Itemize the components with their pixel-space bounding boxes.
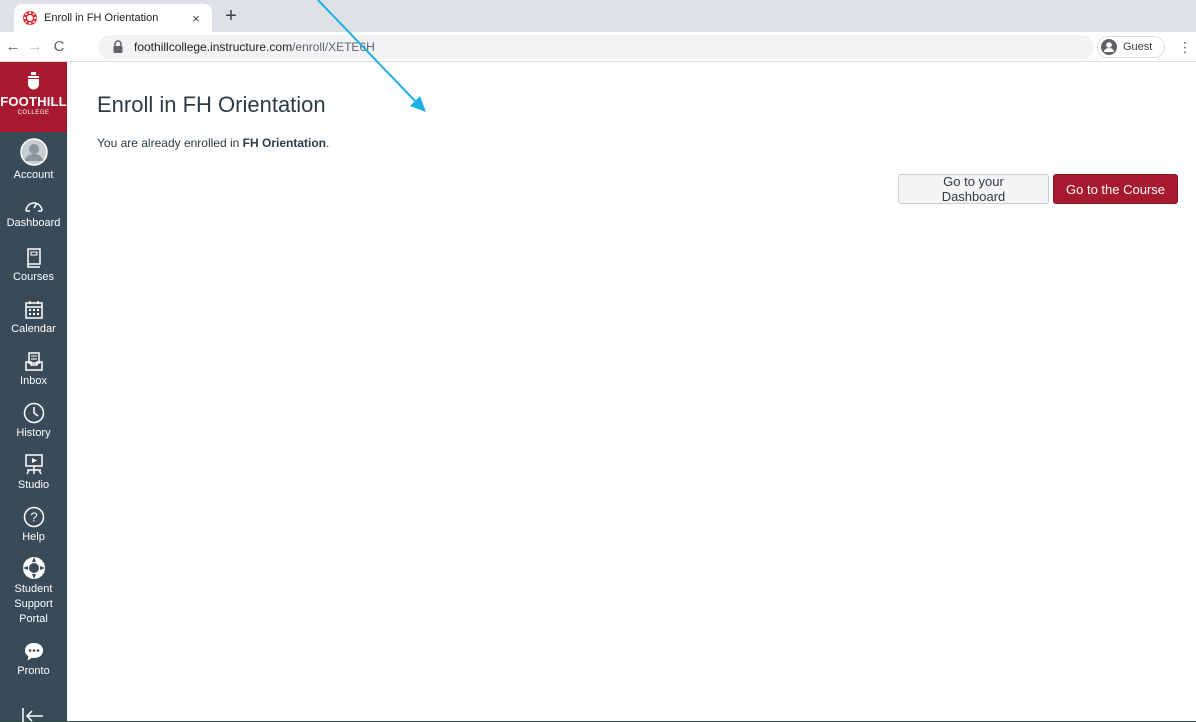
foothill-college-logo[interactable]: FOOTHILL COLLEGE <box>0 62 67 132</box>
logo-name: FOOTHILL <box>0 94 67 109</box>
back-arrow-icon[interactable]: ← <box>4 37 22 57</box>
nav-label: Inbox <box>20 375 47 387</box>
nav-label: History <box>16 427 51 439</box>
nav-item-help[interactable]: ? Help <box>0 506 67 545</box>
nav-item-courses[interactable]: Courses <box>0 248 67 285</box>
tab-title: Enroll in FH Orientation <box>44 12 159 24</box>
book-icon <box>26 248 41 268</box>
guest-avatar-icon <box>1101 39 1117 55</box>
url-host: foothillcollege.instructure.com <box>134 40 293 54</box>
global-navigation: FOOTHILL COLLEGE Account Dashboard Cours… <box>0 62 67 722</box>
inbox-icon <box>24 352 43 371</box>
address-bar[interactable]: foothillcollege.instructure.com/enroll/X… <box>98 35 1094 59</box>
main-content: Enroll in FH Orientation You are already… <box>67 62 1196 721</box>
nav-label: Student Support Portal <box>14 583 53 625</box>
nav-item-pronto[interactable]: Pronto <box>0 642 67 679</box>
nav-item-history[interactable]: History <box>0 402 67 441</box>
go-to-course-button[interactable]: Go to the Course <box>1053 174 1178 204</box>
lifebuoy-icon <box>22 557 45 579</box>
close-tab-icon[interactable]: × <box>188 11 204 26</box>
new-tab-button[interactable]: + <box>220 5 242 27</box>
nav-label: Studio <box>17 479 50 491</box>
nav-item-calendar[interactable]: Calendar <box>0 300 67 337</box>
collapse-nav-icon[interactable] <box>22 708 44 722</box>
browser-tab-strip: Enroll in FH Orientation × + <box>0 0 1196 32</box>
nav-item-student-support-portal[interactable]: Student Support Portal <box>0 556 67 627</box>
nav-item-inbox[interactable]: Inbox <box>0 352 67 389</box>
message-suffix: . <box>326 136 330 150</box>
nav-label: Help <box>22 531 45 543</box>
enrollment-message: You are already enrolled in FH Orientati… <box>97 136 329 150</box>
nav-label: Courses <box>13 271 54 283</box>
nav-item-account[interactable]: Account <box>0 138 67 183</box>
logo-subtitle: COLLEGE <box>17 110 50 116</box>
studio-icon <box>24 454 43 475</box>
reload-icon[interactable]: C <box>50 37 68 57</box>
profile-button[interactable]: Guest <box>1097 36 1165 58</box>
browser-tab[interactable]: Enroll in FH Orientation × <box>14 4 212 32</box>
nav-label: Account <box>13 169 54 181</box>
svg-text:?: ? <box>30 510 37 525</box>
profile-label: Guest <box>1123 41 1153 53</box>
course-name: FH Orientation <box>242 136 327 150</box>
help-icon: ? <box>23 506 44 528</box>
browser-toolbar: ← → C foothillcollege.instructure.com/en… <box>0 32 1196 62</box>
chat-bubble-icon <box>24 643 43 661</box>
nav-item-dashboard[interactable]: Dashboard <box>0 196 67 231</box>
url-text: foothillcollege.instructure.com/enroll/X… <box>134 40 375 54</box>
nav-item-studio[interactable]: Studio <box>0 454 67 493</box>
browser-menu-icon[interactable]: ⋮ <box>1178 38 1192 56</box>
avatar-icon <box>19 138 48 166</box>
nav-label: Pronto <box>17 665 50 677</box>
message-prefix: You are already enrolled in <box>97 136 243 150</box>
canvas-favicon-icon <box>23 11 37 25</box>
page-title: Enroll in FH Orientation <box>97 92 326 117</box>
nav-label: Calendar <box>11 323 56 335</box>
go-to-dashboard-button[interactable]: Go to your Dashboard <box>898 174 1049 204</box>
forward-arrow-icon[interactable]: → <box>26 37 44 57</box>
speedometer-icon <box>24 202 43 212</box>
calendar-icon <box>24 301 43 319</box>
lock-icon <box>113 40 123 53</box>
shield-icon <box>28 72 39 90</box>
nav-label: Dashboard <box>6 217 61 229</box>
url-path: /enroll/XETE6H <box>292 40 375 54</box>
clock-icon <box>23 402 44 424</box>
